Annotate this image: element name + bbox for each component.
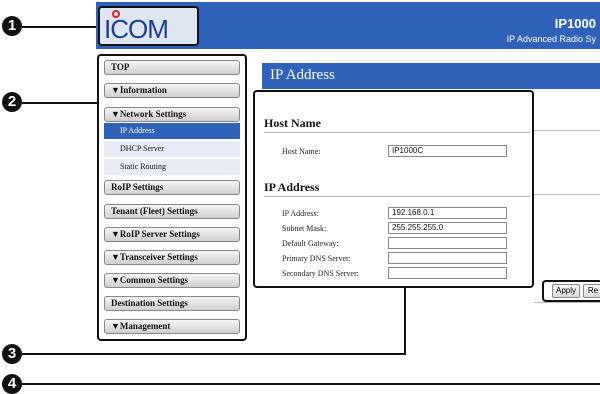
callout-1: 1 <box>2 16 22 36</box>
reset-button[interactable]: Re <box>583 284 600 298</box>
sidebar-item-roip-server-settings[interactable]: ▼RoIP Server Settings <box>104 227 240 242</box>
apply-button[interactable]: Apply <box>552 284 580 298</box>
secondary-dns-label: Secondary DNS Server: <box>282 269 359 278</box>
callout-3-leader <box>404 288 406 355</box>
callout-4: 4 <box>2 374 22 394</box>
primary-dns-input[interactable] <box>388 252 507 264</box>
divider <box>534 194 600 195</box>
sidebar-item-top[interactable]: TOP <box>104 60 240 75</box>
subnet-mask-input[interactable]: 255.255.255.0 <box>388 222 507 234</box>
subnet-mask-label: Subnet Mask: <box>282 224 327 233</box>
sidebar-menu: TOP ▼Information ▼Network Settings IP Ad… <box>97 54 247 341</box>
divider <box>264 196 530 197</box>
ip-address-section-title: IP Address <box>264 180 320 194</box>
callout-3-leader <box>22 353 406 355</box>
page-title: IP Address <box>270 67 335 83</box>
default-gateway-input[interactable] <box>388 237 507 249</box>
sidebar-item-common-settings[interactable]: ▼Common Settings <box>104 273 240 288</box>
host-name-input[interactable]: IP1000C <box>388 145 507 157</box>
logo-text: ICOM <box>104 14 169 44</box>
sidebar-item-transceiver-settings[interactable]: ▼Transceiver Settings <box>104 250 240 265</box>
sidebar-item-information[interactable]: ▼Information <box>104 83 240 98</box>
ip-address-label: IP Address: <box>282 209 319 218</box>
callout-4-leader <box>22 383 600 385</box>
callout-2-leader <box>22 102 97 104</box>
primary-dns-label: Primary DNS Server: <box>282 254 351 263</box>
host-name-label: Host Name: <box>282 147 321 156</box>
callout-2: 2 <box>2 92 22 112</box>
sidebar-item-management[interactable]: ▼Management <box>104 319 240 334</box>
divider <box>264 132 530 133</box>
icom-logo: ICOM <box>98 6 199 46</box>
form-buttons: Apply Re <box>542 280 600 302</box>
sidebar-item-network-settings[interactable]: ▼Network Settings <box>104 107 240 122</box>
divider <box>534 302 600 303</box>
default-gateway-label: Default Gateway: <box>282 239 339 248</box>
model-name: IP1000 <box>554 16 596 31</box>
sidebar-item-roip-settings[interactable]: RoIP Settings <box>104 180 240 195</box>
secondary-dns-input[interactable] <box>388 267 507 279</box>
sidebar-item-static-routing[interactable]: Static Routing <box>104 159 240 175</box>
divider <box>534 130 600 131</box>
callout-3: 3 <box>2 344 22 364</box>
callout-1-leader <box>22 26 98 28</box>
sidebar-item-tenant-settings[interactable]: Tenant (Fleet) Settings <box>104 204 240 219</box>
content-title-bar: IP Address <box>262 63 600 89</box>
sidebar-item-dhcp-server[interactable]: DHCP Server <box>104 141 240 157</box>
product-subtitle: IP Advanced Radio Sy <box>506 34 596 44</box>
settings-panel: Host Name Host Name: IP1000C IP Address … <box>253 90 534 288</box>
sidebar-item-destination-settings[interactable]: Destination Settings <box>104 296 240 311</box>
sidebar-item-ip-address[interactable]: IP Address <box>104 123 240 139</box>
host-name-section-title: Host Name <box>264 116 321 130</box>
ip-address-input[interactable]: 192.168.0.1 <box>388 207 507 219</box>
